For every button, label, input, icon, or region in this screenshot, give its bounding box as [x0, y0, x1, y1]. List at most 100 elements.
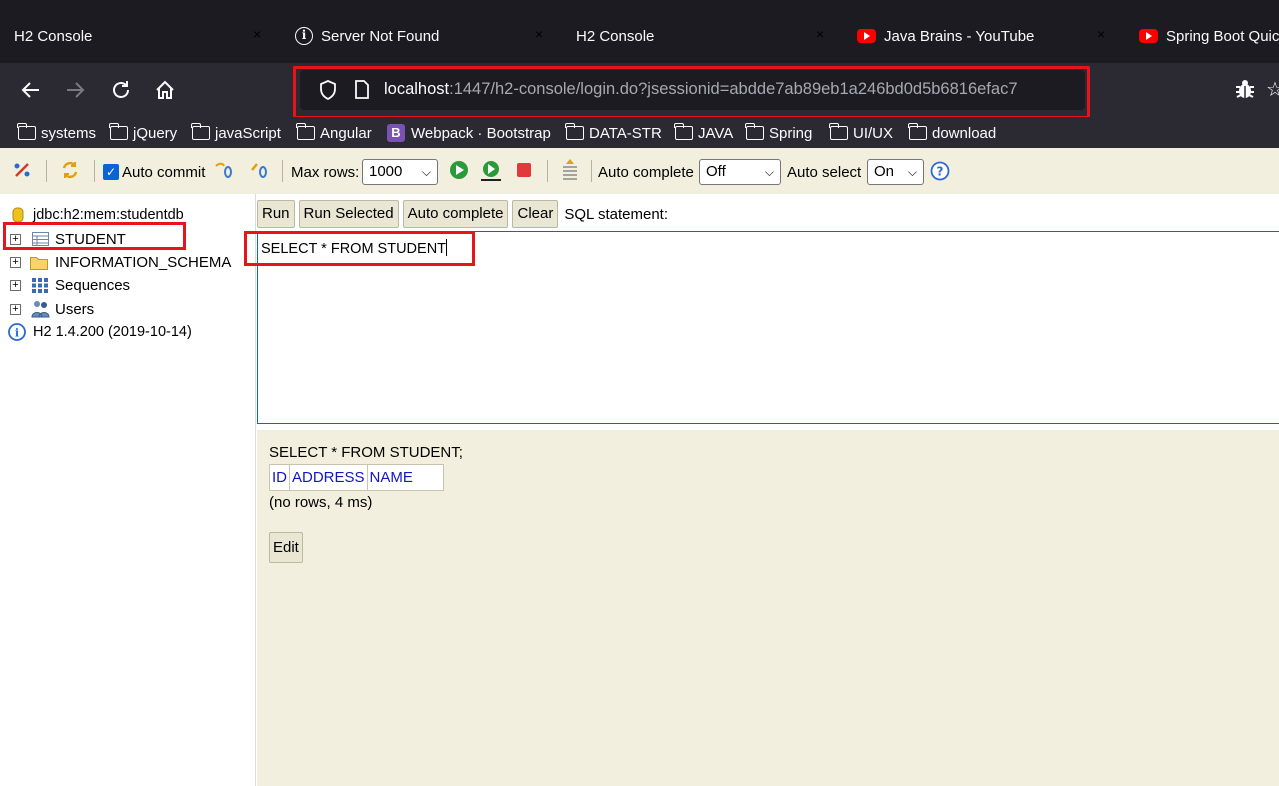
folder-icon [191, 123, 210, 140]
bookmark-data-str[interactable]: DATA-STR [565, 122, 662, 144]
url-highlight-box [293, 66, 1090, 119]
tab-close-icon[interactable]: × [253, 26, 261, 42]
home-button[interactable] [150, 75, 180, 105]
sql-panel: Run Run Selected Auto complete Clear SQL… [257, 194, 1279, 786]
bookmark-javascript[interactable]: javaScript [191, 122, 281, 144]
toolbar-separator [282, 160, 283, 182]
back-button[interactable] [16, 75, 46, 105]
chevron-down-icon: ⌵ [421, 165, 431, 179]
bookmark-label: Angular [320, 124, 372, 142]
version-label: H2 1.4.200 (2019-10-14) [33, 324, 192, 340]
disconnect-icon[interactable] [12, 160, 32, 180]
table-header-row: ID ADDRESS NAME [269, 464, 444, 491]
bookmark-java[interactable]: JAVA [674, 122, 734, 144]
auto-select-select[interactable]: On ⌵ [867, 159, 924, 185]
tree-item-label: Sequences [55, 276, 131, 294]
reload-button[interactable] [106, 75, 136, 105]
max-rows-label: Max rows: [291, 164, 360, 181]
edit-button[interactable]: Edit [269, 532, 303, 563]
run-button[interactable]: Run [257, 200, 295, 228]
tab-h2-console-1[interactable]: H2 Console [14, 14, 92, 58]
tab-title: Spring Boot Quic [1166, 27, 1279, 45]
results-panel: SELECT * FROM STUDENT; ID ADDRESS NAME (… [257, 430, 1279, 786]
bookmark-angular[interactable]: Angular [296, 122, 372, 144]
bookmark-label: Webpack · Bootstrap [411, 124, 551, 142]
forward-button[interactable] [60, 75, 90, 105]
expand-icon[interactable]: + [10, 257, 21, 268]
tab-title: H2 Console [14, 27, 93, 45]
bookmark-label: UI/UX [853, 124, 894, 142]
info-icon: i [295, 27, 313, 45]
back-arrow-icon [21, 82, 39, 98]
tab-title: H2 Console [576, 27, 655, 45]
bookmark-label: JAVA [698, 124, 734, 142]
stop-icon[interactable] [514, 160, 534, 180]
bookmark-label: jQuery [133, 124, 178, 142]
auto-commit-checkbox[interactable]: ✓ [103, 164, 119, 180]
run-icon[interactable] [449, 160, 469, 180]
max-rows-select[interactable]: 1000 ⌵ [362, 159, 438, 185]
auto-complete-select[interactable]: Off ⌵ [699, 159, 781, 185]
chevron-down-icon: ⌵ [907, 165, 917, 179]
tab-close-icon[interactable]: × [535, 26, 543, 42]
column-header-name[interactable]: NAME [366, 464, 444, 491]
folder-icon [17, 123, 36, 140]
tab-close-icon[interactable]: × [816, 26, 824, 42]
auto-select-label: Auto select [787, 164, 862, 181]
auto-complete-button[interactable]: Auto complete [402, 200, 509, 228]
expand-icon[interactable]: + [10, 280, 21, 291]
run-selected-icon[interactable] [480, 160, 502, 182]
bookmark-label: DATA-STR [589, 124, 662, 142]
column-header-address[interactable]: ADDRESS [289, 464, 368, 491]
refresh-icon[interactable] [60, 160, 80, 180]
folder-icon [908, 123, 927, 140]
users-icon [31, 301, 50, 318]
toolbar-separator [547, 160, 548, 182]
browser-tab-strip: H2 Console × i Server Not Found × H2 Con… [0, 0, 1279, 63]
auto-commit-label: Auto commit [122, 164, 206, 181]
svg-text:i: i [15, 327, 19, 340]
commit-icon[interactable] [249, 160, 269, 180]
help-icon[interactable]: ? [930, 161, 950, 181]
h2-toolbar: ✓ Auto commit Max rows: 1000 ⌵ Auto compl… [0, 148, 1279, 194]
sequences-icon [32, 278, 48, 293]
history-icon[interactable] [560, 158, 580, 182]
forward-arrow-icon [67, 82, 85, 98]
sql-button-row: Run Run Selected Auto complete Clear SQL… [257, 200, 668, 228]
clear-button[interactable]: Clear [512, 200, 559, 228]
svg-text:?: ? [937, 165, 944, 179]
youtube-icon [857, 29, 876, 43]
student-highlight-box [3, 222, 186, 250]
bookmark-jquery[interactable]: jQuery [109, 122, 178, 144]
sql-statement-label: SQL statement: [564, 205, 669, 223]
database-icon [12, 207, 24, 223]
youtube-icon [1139, 29, 1158, 43]
tab-close-icon[interactable]: × [1097, 26, 1105, 42]
tab-title: Java Brains - YouTube [884, 27, 1035, 45]
rollback-icon[interactable] [213, 160, 233, 180]
tab-java-brains-youtube[interactable]: Java Brains - YouTube [857, 14, 1034, 58]
result-info: (no rows, 4 ms) [269, 494, 373, 511]
bookmarks-bar: systems jQuery javaScript Angular B Webpa… [0, 117, 1279, 148]
bookmark-download[interactable]: download [908, 122, 996, 144]
max-rows-value: 1000 [369, 163, 403, 180]
column-header-id[interactable]: ID [269, 464, 290, 491]
bookmark-webpack-bootstrap[interactable]: B Webpack · Bootstrap [387, 122, 551, 144]
bookmark-systems[interactable]: systems [17, 122, 96, 144]
home-icon [156, 80, 174, 99]
tree-item-label: Users [55, 300, 95, 318]
bookmark-spring[interactable]: Spring [745, 122, 812, 144]
run-selected-button[interactable]: Run Selected [298, 200, 399, 228]
tab-h2-console-2[interactable]: H2 Console [576, 14, 654, 58]
tab-server-not-found[interactable]: i Server Not Found [295, 14, 439, 58]
toolbar-separator [94, 160, 95, 182]
auto-complete-label: Auto complete [598, 164, 694, 181]
expand-icon[interactable]: + [10, 304, 21, 315]
bookmark-ui-ux[interactable]: UI/UX [829, 122, 894, 144]
bug-icon[interactable] [1234, 77, 1256, 101]
star-icon[interactable]: ☆ [1266, 77, 1279, 102]
tab-spring-boot[interactable]: Spring Boot Quic [1139, 14, 1279, 58]
folder-icon [296, 123, 315, 140]
reload-icon [113, 81, 129, 98]
sql-highlight-box [244, 231, 475, 266]
